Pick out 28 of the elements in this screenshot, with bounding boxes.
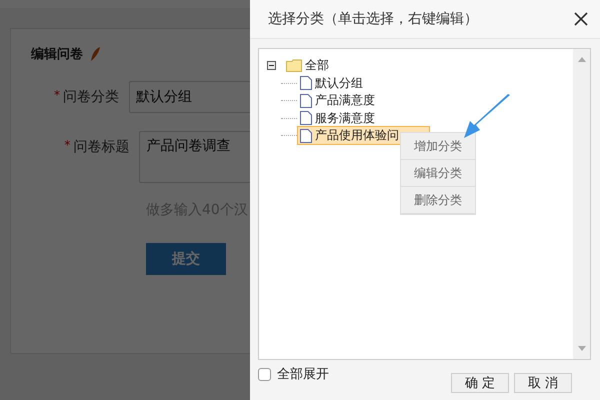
feather-icon bbox=[89, 46, 101, 62]
tree-item[interactable]: 默认分组 bbox=[297, 74, 366, 93]
dialog-button[interactable]: 确 定 bbox=[451, 373, 509, 393]
close-icon[interactable] bbox=[574, 12, 588, 26]
field-label: 问卷标题 bbox=[73, 138, 130, 156]
tree-item[interactable]: 全部 bbox=[283, 56, 332, 76]
tree-item[interactable]: 产品满意度 bbox=[297, 91, 378, 110]
expand-all-checkbox[interactable] bbox=[258, 368, 271, 380]
field-label: 问卷分类 bbox=[63, 88, 119, 106]
scroll-down-icon[interactable] bbox=[578, 346, 586, 351]
title-field[interactable]: 产品问卷调查 bbox=[139, 131, 250, 183]
required-mark: * bbox=[54, 88, 60, 104]
category-field[interactable]: 默认分组 bbox=[129, 81, 250, 113]
document-icon bbox=[300, 111, 312, 126]
scroll-up-icon[interactable] bbox=[578, 57, 586, 62]
dialog-title: 选择分类（单击选择，右键编辑） bbox=[268, 10, 478, 28]
required-mark: * bbox=[64, 138, 70, 154]
menu-item[interactable]: 删除分类 bbox=[401, 187, 475, 214]
expand-all-label: 全部展开 bbox=[277, 366, 329, 383]
menu-item[interactable]: 编辑分类 bbox=[401, 160, 475, 187]
document-icon bbox=[300, 128, 312, 143]
document-icon bbox=[300, 94, 312, 108]
dialog-button[interactable]: 取 消 bbox=[514, 373, 572, 393]
tree-item[interactable]: 服务满意度 bbox=[297, 108, 378, 128]
form-title: 编辑问卷 bbox=[31, 46, 83, 63]
document-icon bbox=[300, 76, 312, 90]
pointer-arrow bbox=[462, 94, 512, 140]
folder-icon bbox=[286, 59, 302, 72]
